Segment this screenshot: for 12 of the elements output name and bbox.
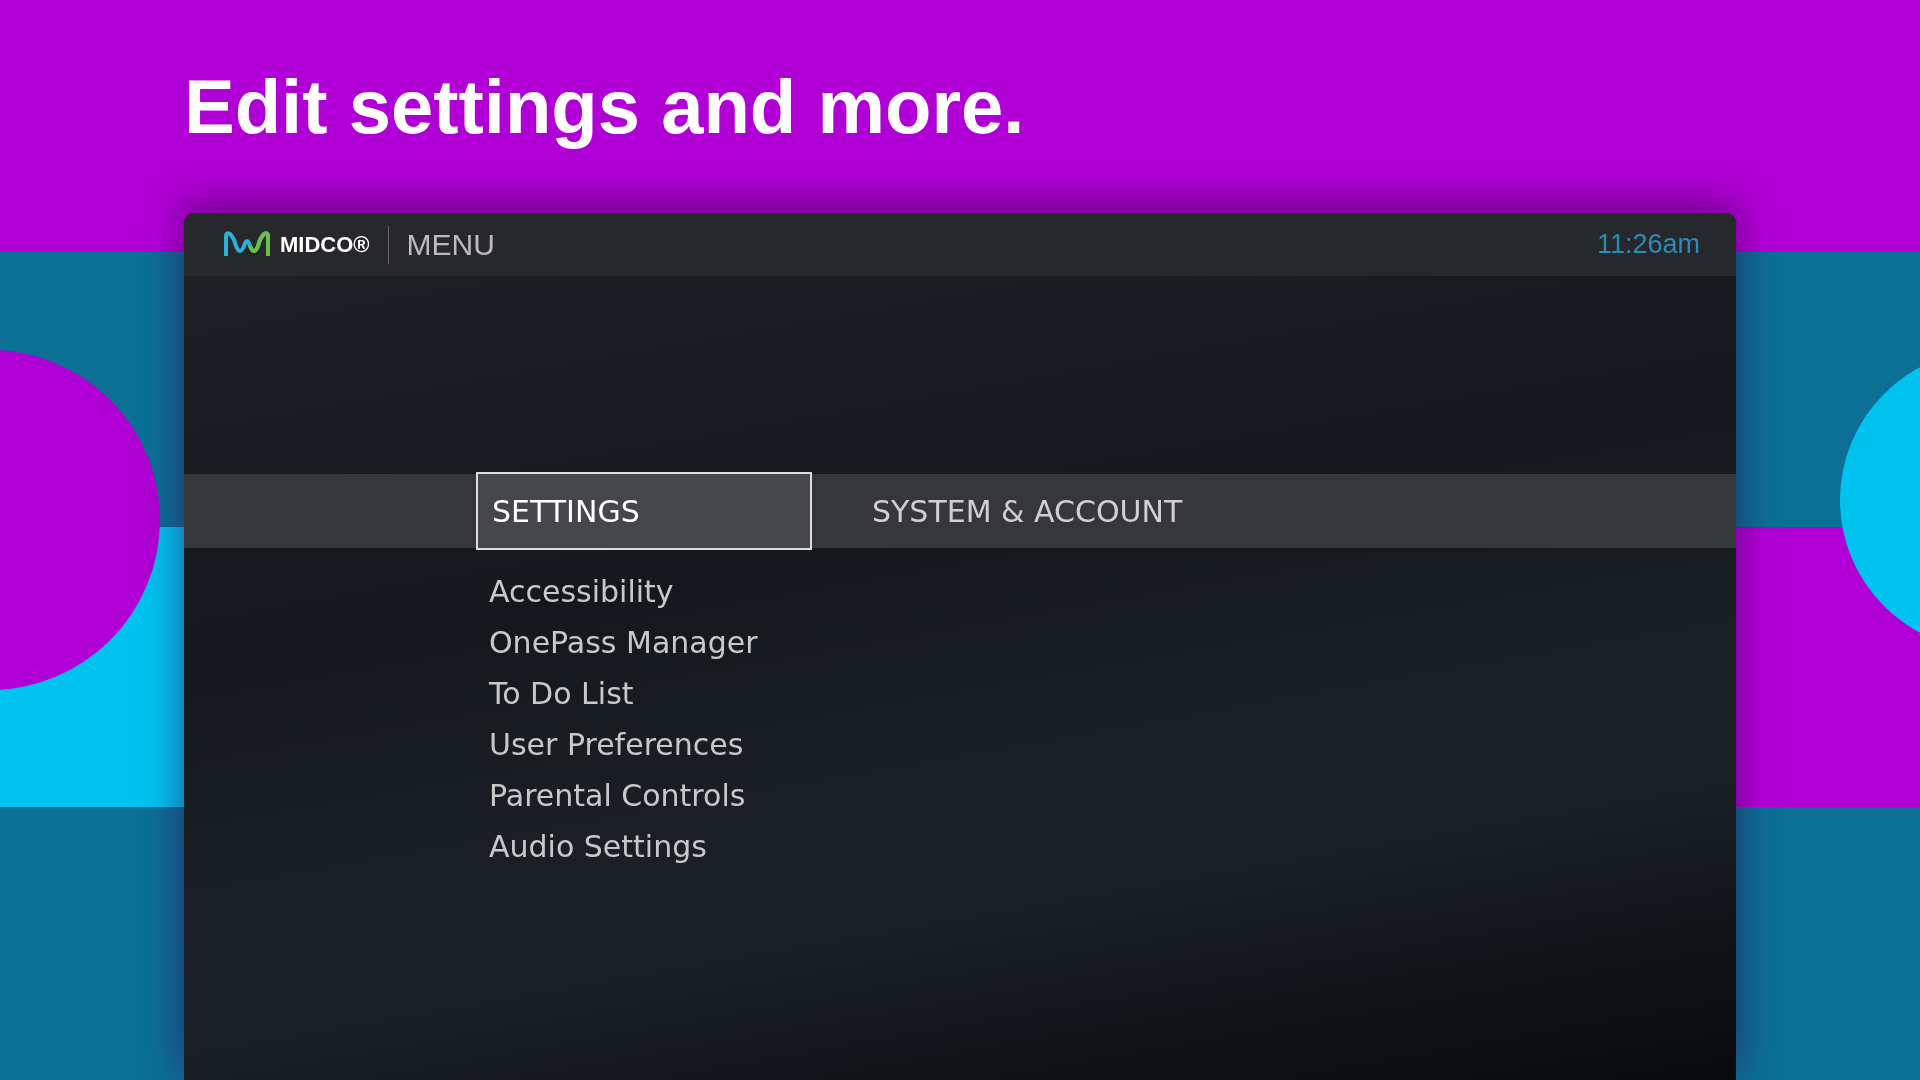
menu-item[interactable]: Accessibility (489, 566, 1736, 617)
menu-item[interactable]: OnePass Manager (489, 617, 1736, 668)
menu-item[interactable]: User Preferences (489, 719, 1736, 770)
headline: Edit settings and more. (183, 63, 1026, 151)
tab[interactable]: SETTINGS (476, 472, 812, 550)
tab[interactable]: SYSTEM & ACCOUNT (856, 472, 1199, 550)
menu-item[interactable]: Audio Settings (489, 821, 1736, 872)
brand-name: MIDCO® (280, 231, 370, 258)
menu-title: MENU (406, 227, 495, 262)
menu-item[interactable]: Parental Controls (489, 770, 1736, 821)
menu-item[interactable]: To Do List (489, 668, 1736, 719)
clock-time: 11:26am (1596, 229, 1700, 260)
